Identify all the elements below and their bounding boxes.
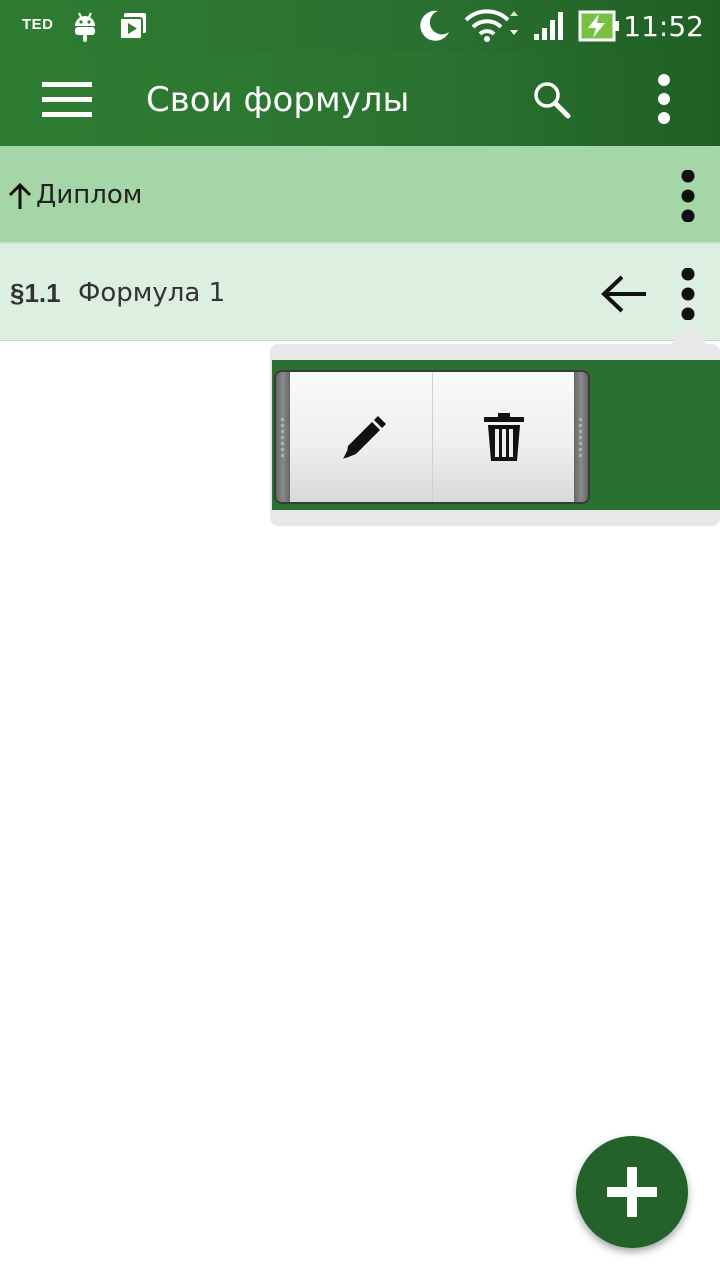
clock: 11:52 [623, 10, 704, 43]
edit-button[interactable] [290, 372, 433, 502]
edit-icon [343, 416, 386, 459]
left-grip [276, 372, 290, 502]
search-icon[interactable] [532, 80, 572, 120]
android-icon [75, 12, 95, 42]
action-toolbar [274, 370, 590, 504]
parent-folder-row[interactable]: Диплом [0, 146, 720, 244]
more-vert-icon[interactable] [676, 170, 700, 222]
formula-name: Формула 1 [78, 278, 226, 308]
signal-icon [534, 12, 563, 40]
formula-number: §1.1 [10, 278, 61, 308]
page-title: Свои формулы [146, 80, 410, 120]
status-bar: TED 11:52 [0, 0, 720, 52]
app-toolbar: Свои формулы [0, 52, 720, 146]
menu-icon[interactable] [42, 82, 94, 118]
add-formula-button[interactable] [576, 1136, 688, 1248]
formula-list-item[interactable]: §1.1 Формула 1 [0, 244, 720, 341]
more-vert-icon[interactable] [652, 72, 676, 126]
delete-button[interactable] [433, 372, 575, 502]
battery-charging-icon [578, 10, 619, 42]
video-icon [119, 13, 146, 40]
context-menu-popup [270, 344, 720, 526]
moon-icon [420, 10, 449, 41]
arrow-up-icon [8, 182, 32, 209]
folder-name: Диплом [36, 180, 143, 210]
trash-icon [484, 413, 524, 461]
wifi-icon [464, 9, 518, 42]
plus-icon [607, 1167, 657, 1217]
arrow-left-icon[interactable] [600, 274, 648, 314]
ted-badge: TED [22, 16, 54, 33]
more-vert-icon[interactable] [676, 268, 700, 320]
right-grip [574, 372, 588, 502]
popup-pointer [669, 326, 709, 346]
